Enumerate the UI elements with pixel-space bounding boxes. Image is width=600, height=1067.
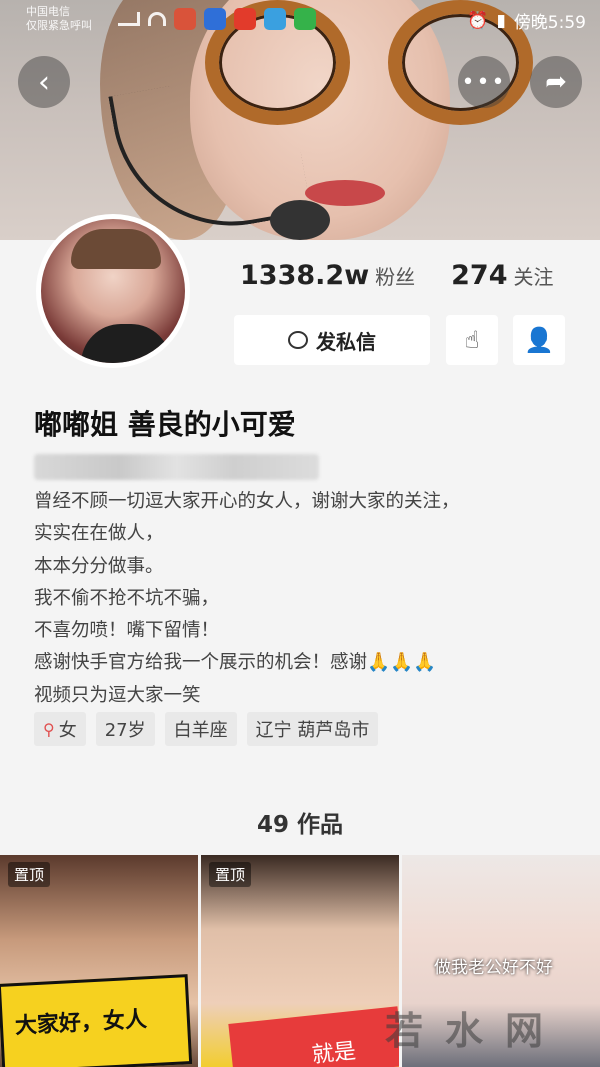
gender-tag: ⚲ 女 — [34, 712, 86, 746]
thumbnail-caption: 就是 — [228, 1006, 399, 1067]
thumbnail-caption: 大家好，女人 — [0, 974, 193, 1067]
status-icons — [118, 8, 316, 30]
more-button[interactable]: ••• — [458, 56, 510, 108]
send-message-label: 发私信 — [316, 329, 376, 354]
following-count[interactable]: 274 — [451, 260, 507, 291]
bio-line: 实实在在做人， — [34, 523, 164, 545]
bio-line: 本本分分做事。 — [34, 555, 164, 577]
wifi-icon — [148, 12, 166, 26]
battery-icon: ▮ — [496, 10, 506, 31]
followers-count[interactable]: 1338.2w — [240, 260, 369, 291]
cover-lips — [305, 180, 385, 206]
notification-app-icon — [174, 8, 196, 30]
followed-user-button[interactable]: 👤 — [513, 315, 565, 365]
location-tag: 辽宁 葫芦岛市 — [246, 712, 379, 746]
bio-line: 视频只为逗大家一笑 — [34, 684, 201, 706]
profile-name: 嘟嘟姐 善良的小可爱 — [34, 408, 296, 441]
profile-section: 1338.2w 粉丝 274 关注 发私信 ☝ 👤 嘟嘟姐 善良的小可爱 曾经不… — [0, 214, 600, 1067]
hand-pointer-icon: ☝ — [464, 326, 480, 354]
profile-bio: 曾经不顾一切逗大家开心的女人，谢谢大家的关注， 实实在在做人， 本本分分做事。 … — [34, 486, 574, 712]
bio-line: 我不偷不抢不坑不骗， — [34, 587, 220, 609]
cover-microphone — [270, 200, 330, 240]
carrier-status: 仅限紧急呼叫 — [26, 19, 92, 32]
tap-button[interactable]: ☝ — [446, 315, 498, 365]
following-label[interactable]: 关注 — [514, 261, 554, 290]
notification-app-icon — [294, 8, 316, 30]
chevron-left-icon: ‹ — [38, 64, 50, 100]
female-icon: ⚲ — [43, 719, 55, 739]
user-check-icon: 👤 — [524, 326, 554, 354]
work-thumbnail[interactable]: 置顶 大家好，女人 — [0, 855, 198, 1067]
chat-bubble-icon — [288, 331, 308, 349]
pinned-badge: 置顶 — [209, 862, 252, 887]
back-button[interactable]: ‹ — [18, 56, 70, 108]
status-bar: 中国电信 仅限紧急呼叫 ⏰ ▮ 傍晚5:59 — [0, 0, 600, 40]
carrier-name: 中国电信 — [26, 5, 70, 18]
notification-app-icon — [234, 8, 256, 30]
bio-line: 不喜勿喷！嘴下留情！ — [34, 620, 220, 642]
thumbnail-caption: 做我老公好不好 — [434, 958, 553, 978]
notification-app-icon — [264, 8, 286, 30]
notification-app-icon — [204, 8, 226, 30]
gender-label: 女 — [58, 720, 77, 741]
watermark: 若水网 — [385, 1009, 566, 1053]
blurred-user-id — [34, 454, 319, 480]
signal-icon — [118, 12, 140, 26]
bio-line: 感谢快手官方给我一个展示的机会！感谢🙏🙏🙏 — [34, 652, 437, 674]
avatar-hair — [71, 229, 161, 269]
more-icon: ••• — [461, 69, 507, 95]
right-status: ⏰ ▮ 傍晚5:59 — [467, 8, 586, 34]
work-thumbnail[interactable]: 置顶 就是 — [201, 855, 399, 1067]
alarm-icon: ⏰ — [467, 10, 489, 31]
profile-stats: 1338.2w 粉丝 274 关注 — [240, 260, 584, 291]
share-icon: ➦ — [545, 67, 567, 97]
zodiac-tag: 白羊座 — [164, 712, 237, 746]
status-time: 傍晚5:59 — [513, 13, 586, 33]
send-message-button[interactable]: 发私信 — [234, 315, 430, 365]
age-tag: 27岁 — [95, 712, 155, 746]
pinned-badge: 置顶 — [8, 862, 51, 887]
avatar[interactable] — [36, 214, 190, 368]
bio-line: 曾经不顾一切逗大家开心的女人，谢谢大家的关注， — [34, 491, 460, 512]
avatar-shirt — [81, 324, 171, 363]
works-count: 49 作品 — [256, 812, 343, 838]
share-button[interactable]: ➦ — [530, 56, 582, 108]
followers-label[interactable]: 粉丝 — [375, 261, 415, 290]
carrier-info: 中国电信 仅限紧急呼叫 — [26, 5, 92, 33]
profile-tags: ⚲ 女 27岁 白羊座 辽宁 葫芦岛市 — [34, 712, 379, 746]
